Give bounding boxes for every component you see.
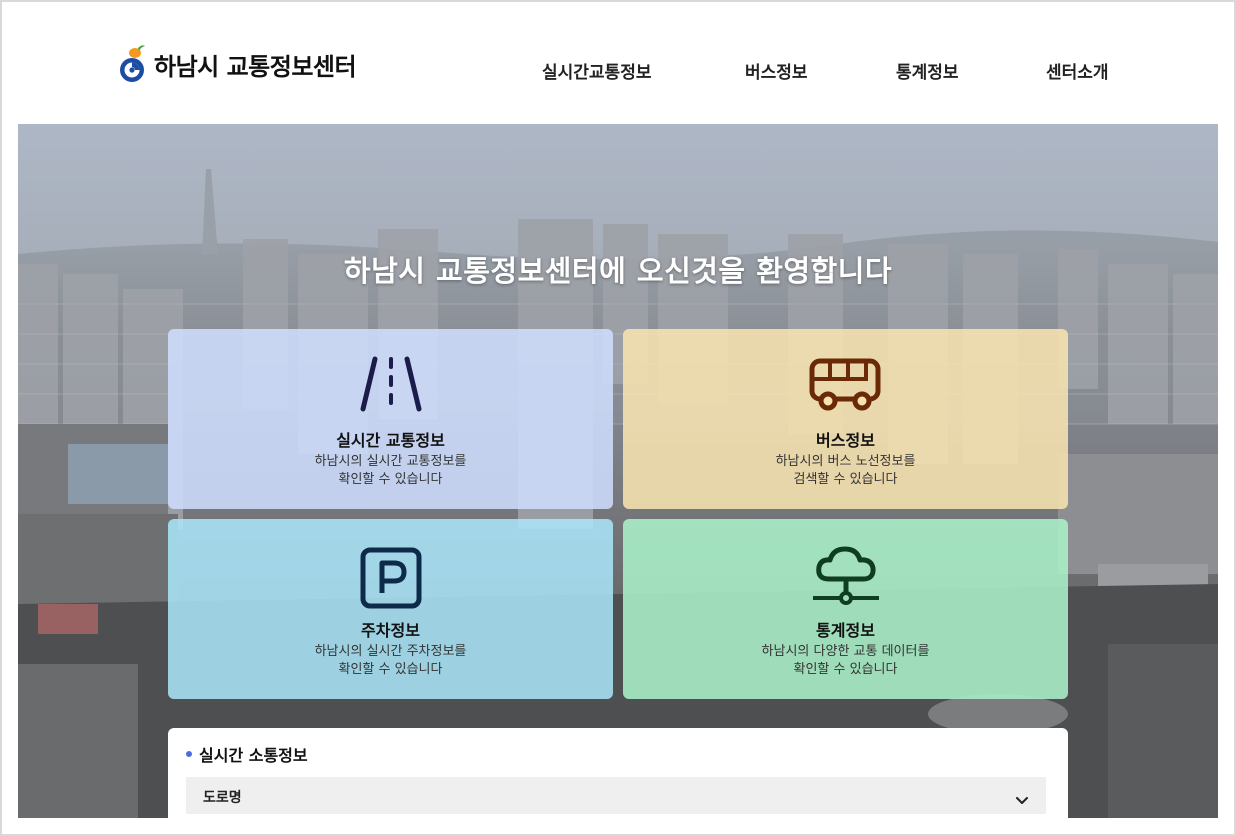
card-description-line: 확인할 수 있습니다 [793, 662, 898, 677]
card-bus-info[interactable]: 버스정보 하남시의 버스 노선정보를 검색할 수 있습니다 [623, 329, 1068, 509]
nav-item-realtime-traffic[interactable]: 실시간교통정보 [542, 58, 651, 83]
city-emblem-icon [118, 44, 148, 84]
card-description-line: 하남시의 다양한 교통 데이터를 [761, 644, 930, 659]
card-title: 통계정보 [816, 621, 875, 640]
parking-icon [168, 547, 613, 609]
site-header: 하남시 교통정보센터 실시간교통정보 버스정보 통계정보 센터소개 [0, 0, 1236, 122]
nav-item-bus-info[interactable]: 버스정보 [745, 58, 808, 83]
bus-icon [623, 357, 1068, 413]
card-description-line: 하남시의 실시간 교통정보를 [314, 454, 467, 469]
card-title: 버스정보 [816, 431, 875, 450]
bullet-dot-icon [186, 751, 192, 757]
card-description: 하남시의 다양한 교통 데이터를 확인할 수 있습니다 [623, 643, 1068, 679]
card-description-line: 하남시의 버스 노선정보를 [775, 454, 916, 469]
card-realtime-traffic[interactable]: 실시간 교통정보 하남시의 실시간 교통정보를 확인할 수 있습니다 [168, 329, 613, 509]
card-description-line: 확인할 수 있습니다 [338, 472, 443, 487]
card-parking-info[interactable]: 주차정보 하남시의 실시간 주차정보를 확인할 수 있습니다 [168, 519, 613, 699]
card-title: 주차정보 [361, 621, 420, 640]
nav-item-center-intro[interactable]: 센터소개 [1046, 58, 1109, 83]
card-description-line: 검색할 수 있습니다 [793, 472, 898, 487]
card-description: 하남시의 실시간 주차정보를 확인할 수 있습니다 [168, 643, 613, 679]
card-description-line: 하남시의 실시간 주차정보를 [314, 644, 467, 659]
card-title: 실시간 교통정보 [336, 431, 445, 450]
realtime-flow-panel: 실시간 소통정보 도로명 [168, 728, 1068, 818]
site-logo[interactable]: 하남시 교통정보센터 [118, 44, 357, 84]
nav-item-statistics[interactable]: 통계정보 [896, 58, 959, 83]
network-cloud-icon [623, 545, 1068, 609]
hero-section: 하남시 교통정보센터에 오신것을 환영합니다 실시간 교통정보 하남시의 실시간… [18, 124, 1218, 818]
road-name-select[interactable]: 도로명 [186, 777, 1046, 814]
panel-title-text: 실시간 소통정보 [199, 746, 308, 765]
chevron-down-icon [1016, 790, 1028, 809]
panel-title: 실시간 소통정보 [186, 742, 308, 766]
card-description: 하남시의 실시간 교통정보를 확인할 수 있습니다 [168, 453, 613, 489]
card-description-line: 확인할 수 있습니다 [338, 662, 443, 677]
site-logo-text: 하남시 교통정보센터 [154, 52, 357, 81]
road-name-select-value: 도로명 [203, 790, 242, 806]
card-description: 하남시의 버스 노선정보를 검색할 수 있습니다 [623, 453, 1068, 489]
road-icon [168, 355, 613, 413]
card-statistics[interactable]: 통계정보 하남시의 다양한 교통 데이터를 확인할 수 있습니다 [623, 519, 1068, 699]
hero-title: 하남시 교통정보센터에 오신것을 환영합니다 [343, 254, 893, 288]
